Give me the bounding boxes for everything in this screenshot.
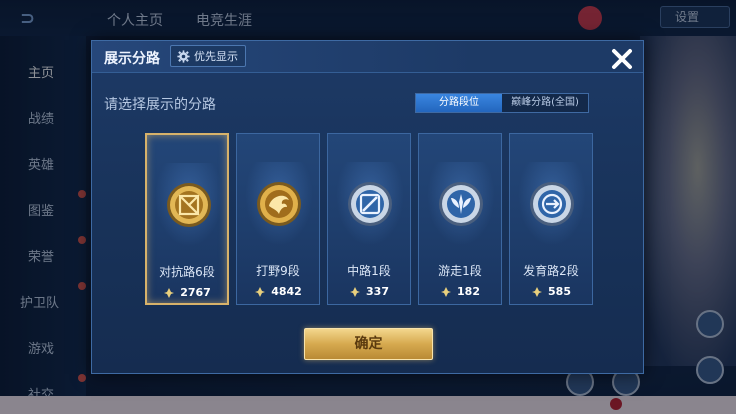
- priority-display-label: 优先显示: [194, 50, 238, 63]
- close-button[interactable]: [608, 45, 636, 73]
- dialog-header: 展示分路 优先显示: [92, 41, 643, 73]
- lane-rank-label: 中路1段: [347, 264, 391, 278]
- lane-card-top[interactable]: 对抗路6段 2767: [145, 133, 229, 305]
- rank-point-icon: [441, 286, 452, 297]
- lane-score: 182: [457, 285, 480, 298]
- confirm-button[interactable]: 确定: [304, 328, 433, 360]
- lane-rank-label: 打野9段: [256, 264, 300, 278]
- dialog-subtitle: 请选择展示的分路: [104, 97, 216, 113]
- dialog-title: 展示分路: [104, 51, 160, 67]
- rank-point-icon: [350, 286, 361, 297]
- rank-point-icon: [164, 287, 175, 298]
- score-row: 182: [419, 285, 501, 298]
- tab-peak-lane-national[interactable]: 巅峰分路(全国): [502, 94, 588, 112]
- lane-score: 2767: [180, 286, 211, 299]
- lane-display-dialog: 展示分路 优先显示 请选择展示的分路 分路段位 巅峰分路(全国) 对抗路6段 2…: [91, 40, 644, 374]
- lane-score: 4842: [271, 285, 302, 298]
- rank-point-icon: [532, 286, 543, 297]
- silver-adc-badge-icon: [528, 180, 576, 228]
- lane-rank-label: 对抗路6段: [159, 265, 215, 279]
- lane-card-mid[interactable]: 中路1段 337: [327, 133, 411, 305]
- lane-score: 337: [366, 285, 389, 298]
- score-row: 585: [510, 285, 592, 298]
- lane-card-jungle[interactable]: 打野9段 4842: [236, 133, 320, 305]
- tab-lane-rank[interactable]: 分路段位: [416, 94, 502, 112]
- lane-rank-label: 游走1段: [438, 264, 482, 278]
- close-icon: [612, 49, 632, 69]
- priority-display-button[interactable]: 优先显示: [170, 45, 246, 67]
- gear-icon: [177, 49, 190, 63]
- lane-score: 585: [548, 285, 571, 298]
- lane-card-list: 对抗路6段 2767 打野9段 4842 中路1段 337 游走1段 182 发…: [145, 133, 593, 305]
- score-row: 2767: [147, 286, 227, 299]
- silver-mid-badge-icon: [346, 180, 394, 228]
- score-row: 337: [328, 285, 410, 298]
- lane-mode-toggle: 分路段位 巅峰分路(全国): [415, 93, 589, 113]
- lane-card-bottom[interactable]: 发育路2段 585: [509, 133, 593, 305]
- lane-rank-label: 发育路2段: [523, 264, 579, 278]
- score-row: 4842: [237, 285, 319, 298]
- silver-support-badge-icon: [437, 180, 485, 228]
- gold-dragon-badge-icon: [255, 180, 303, 228]
- rank-point-icon: [255, 286, 266, 297]
- lane-card-support[interactable]: 游走1段 182: [418, 133, 502, 305]
- gold-sword-badge-icon: [165, 181, 213, 229]
